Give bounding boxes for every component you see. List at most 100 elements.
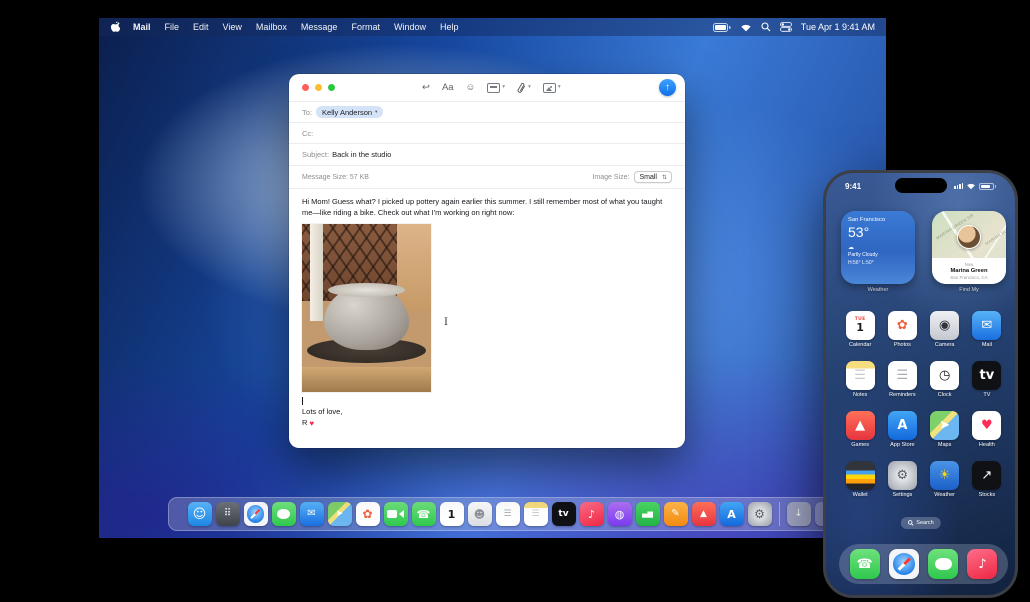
health-icon[interactable]: ♥	[972, 411, 1002, 440]
iphone-app-camera[interactable]: ◉ Camera	[925, 311, 965, 348]
menu-mailbox[interactable]: Mailbox	[256, 22, 287, 32]
undo-button[interactable]: ↩	[422, 83, 430, 93]
menu-window[interactable]: Window	[394, 22, 426, 32]
dock-launchpad-icon[interactable]: ⠿	[215, 502, 240, 526]
iphone-app-clock[interactable]: ◷ Clock	[925, 361, 965, 398]
menubar-clock[interactable]: Tue Apr 1 9:41 AM	[801, 22, 875, 32]
dock-phone-icon[interactable]: ☎	[411, 502, 436, 526]
iphone-app-photos[interactable]: ✿ Photos	[882, 311, 922, 348]
dock-music-icon[interactable]: ♪	[579, 502, 604, 526]
apple-icon	[110, 21, 120, 32]
iphone-mockup: 9:41 San Francisco 53° ☁ Partly Cloudy H…	[823, 170, 1018, 598]
recipient-token[interactable]: Kelly Anderson ▾	[316, 106, 384, 118]
menu-message[interactable]: Message	[301, 22, 338, 32]
photos-icon[interactable]: ✿	[887, 311, 917, 340]
iphone-app-reminders[interactable]: ☰ Reminders	[882, 361, 922, 398]
menu-mail[interactable]: Mail	[133, 22, 151, 32]
iphone-app-weather[interactable]: ☀ Weather	[925, 461, 965, 498]
dock-settings-icon[interactable]: ⚙	[747, 502, 772, 526]
menu-help[interactable]: Help	[440, 22, 459, 32]
iphone-app-stocks[interactable]: ↗ Stocks	[967, 461, 1007, 498]
calendar-icon[interactable]: TUE 1	[845, 311, 875, 340]
media-browser-button[interactable]: ▾	[542, 83, 561, 93]
games-icon[interactable]: ▲	[845, 411, 875, 440]
dock-podcasts-icon[interactable]: ◍	[607, 502, 632, 526]
to-field-row[interactable]: To: Kelly Anderson ▾	[289, 102, 685, 123]
weather-widget[interactable]: San Francisco 53° ☁ Partly Cloudy H:56° …	[841, 211, 915, 284]
format-button[interactable]: Aa	[442, 83, 454, 93]
dock-games-icon[interactable]: ▲	[691, 502, 716, 526]
camera-icon[interactable]: ◉	[930, 311, 960, 340]
send-button[interactable]: ↑	[659, 79, 676, 96]
iphone-app-settings[interactable]: ⚙ Settings	[882, 461, 922, 498]
subject-label: Subject:	[302, 150, 330, 159]
settings-icon[interactable]: ⚙	[887, 461, 917, 490]
iphone-dock-messages-icon[interactable]	[928, 549, 959, 579]
attach-button[interactable]: ▾	[517, 82, 531, 94]
battery-icon[interactable]	[712, 22, 731, 32]
stocks-icon[interactable]: ↗	[972, 461, 1002, 490]
findmy-widget[interactable]: MARINA GREEN DR MARINA BLVD Now Marina G…	[932, 211, 1006, 284]
zoom-button[interactable]	[328, 84, 335, 91]
dock-downloads-icon[interactable]: ↓	[786, 502, 811, 526]
dock-contacts-icon[interactable]: ☻	[467, 502, 492, 526]
emoji-button[interactable]: ☺	[466, 83, 476, 93]
dock-calendar-icon[interactable]: 1	[439, 502, 464, 526]
app-store-icon[interactable]: A	[887, 411, 917, 440]
iphone-app-wallet[interactable]: Wallet	[840, 461, 880, 498]
dock-notes-icon[interactable]: ☰	[523, 502, 548, 526]
spotlight-search-pill[interactable]: Search	[900, 517, 941, 529]
menu-format[interactable]: Format	[351, 22, 380, 32]
wallet-icon[interactable]	[845, 461, 875, 490]
control-center-icon[interactable]	[779, 22, 792, 32]
iphone-dock-safari-icon[interactable]	[888, 549, 919, 579]
dock-photos-icon[interactable]: ✿	[355, 502, 380, 526]
dock-app-store-icon[interactable]: A	[719, 502, 744, 526]
dock-numbers-icon[interactable]: ▄▆	[635, 502, 660, 526]
subject-field-row[interactable]: Subject: Back in the studio	[289, 144, 685, 166]
compose-toolbar: ↩ Aa ☺ ▾ ▾ ▾	[422, 74, 561, 102]
dock-pages-icon[interactable]: ✎	[663, 502, 688, 526]
dock-messages-icon[interactable]	[271, 502, 296, 526]
tv-icon[interactable]: tv	[972, 361, 1002, 390]
dock-finder-icon[interactable]: ☺	[187, 502, 212, 526]
iphone-app-maps[interactable]: ➤ Maps	[925, 411, 965, 448]
minimize-button[interactable]	[315, 84, 322, 91]
clock-icon[interactable]: ◷	[930, 361, 960, 390]
dock-tv-icon[interactable]: tv	[551, 502, 576, 526]
pottery-photo-attachment[interactable]	[302, 224, 431, 392]
image-size-select[interactable]: Small ⇅	[634, 171, 672, 183]
wifi-icon[interactable]	[740, 23, 752, 32]
mail-icon[interactable]: ✉	[972, 311, 1002, 340]
maps-icon[interactable]: ➤	[930, 411, 960, 440]
iphone-dock-phone-icon[interactable]: ☎	[849, 549, 880, 579]
apple-menu[interactable]	[110, 21, 120, 33]
iphone-app-app-store[interactable]: A App Store	[882, 411, 922, 448]
iphone-clock: 9:41	[845, 181, 862, 191]
iphone-app-games[interactable]: ▲ Games	[840, 411, 880, 448]
findmy-widget-label: Find My	[959, 287, 979, 293]
menu-edit[interactable]: Edit	[193, 22, 209, 32]
stationery-button[interactable]: ▾	[487, 83, 505, 93]
iphone-dock-music-icon[interactable]: ♪	[967, 549, 998, 579]
app-label: Wallet	[852, 492, 868, 498]
dock-mail-icon[interactable]: ✉	[299, 502, 324, 526]
reminders-icon[interactable]: ☰	[887, 361, 917, 390]
iphone-app-calendar[interactable]: TUE 1 Calendar	[840, 311, 880, 348]
search-icon[interactable]	[761, 22, 771, 32]
menu-file[interactable]: File	[165, 22, 180, 32]
dock-safari-icon[interactable]	[243, 502, 268, 526]
dock-reminders-icon[interactable]: ☰	[495, 502, 520, 526]
iphone-app-tv[interactable]: tv TV	[967, 361, 1007, 398]
close-button[interactable]	[302, 84, 309, 91]
message-body-editor[interactable]: Hi Mom! Guess what? I picked up pottery …	[289, 189, 685, 437]
iphone-app-notes[interactable]: ☰ Notes	[840, 361, 880, 398]
dock-maps-icon[interactable]: ➤	[327, 502, 352, 526]
dock-facetime-icon[interactable]	[383, 502, 408, 526]
menu-view[interactable]: View	[223, 22, 242, 32]
cc-field-row[interactable]: Cc:	[289, 123, 685, 144]
iphone-app-health[interactable]: ♥ Health	[967, 411, 1007, 448]
iphone-app-mail[interactable]: ✉ Mail	[967, 311, 1007, 348]
weather-icon[interactable]: ☀	[930, 461, 960, 490]
notes-icon[interactable]: ☰	[845, 361, 875, 390]
